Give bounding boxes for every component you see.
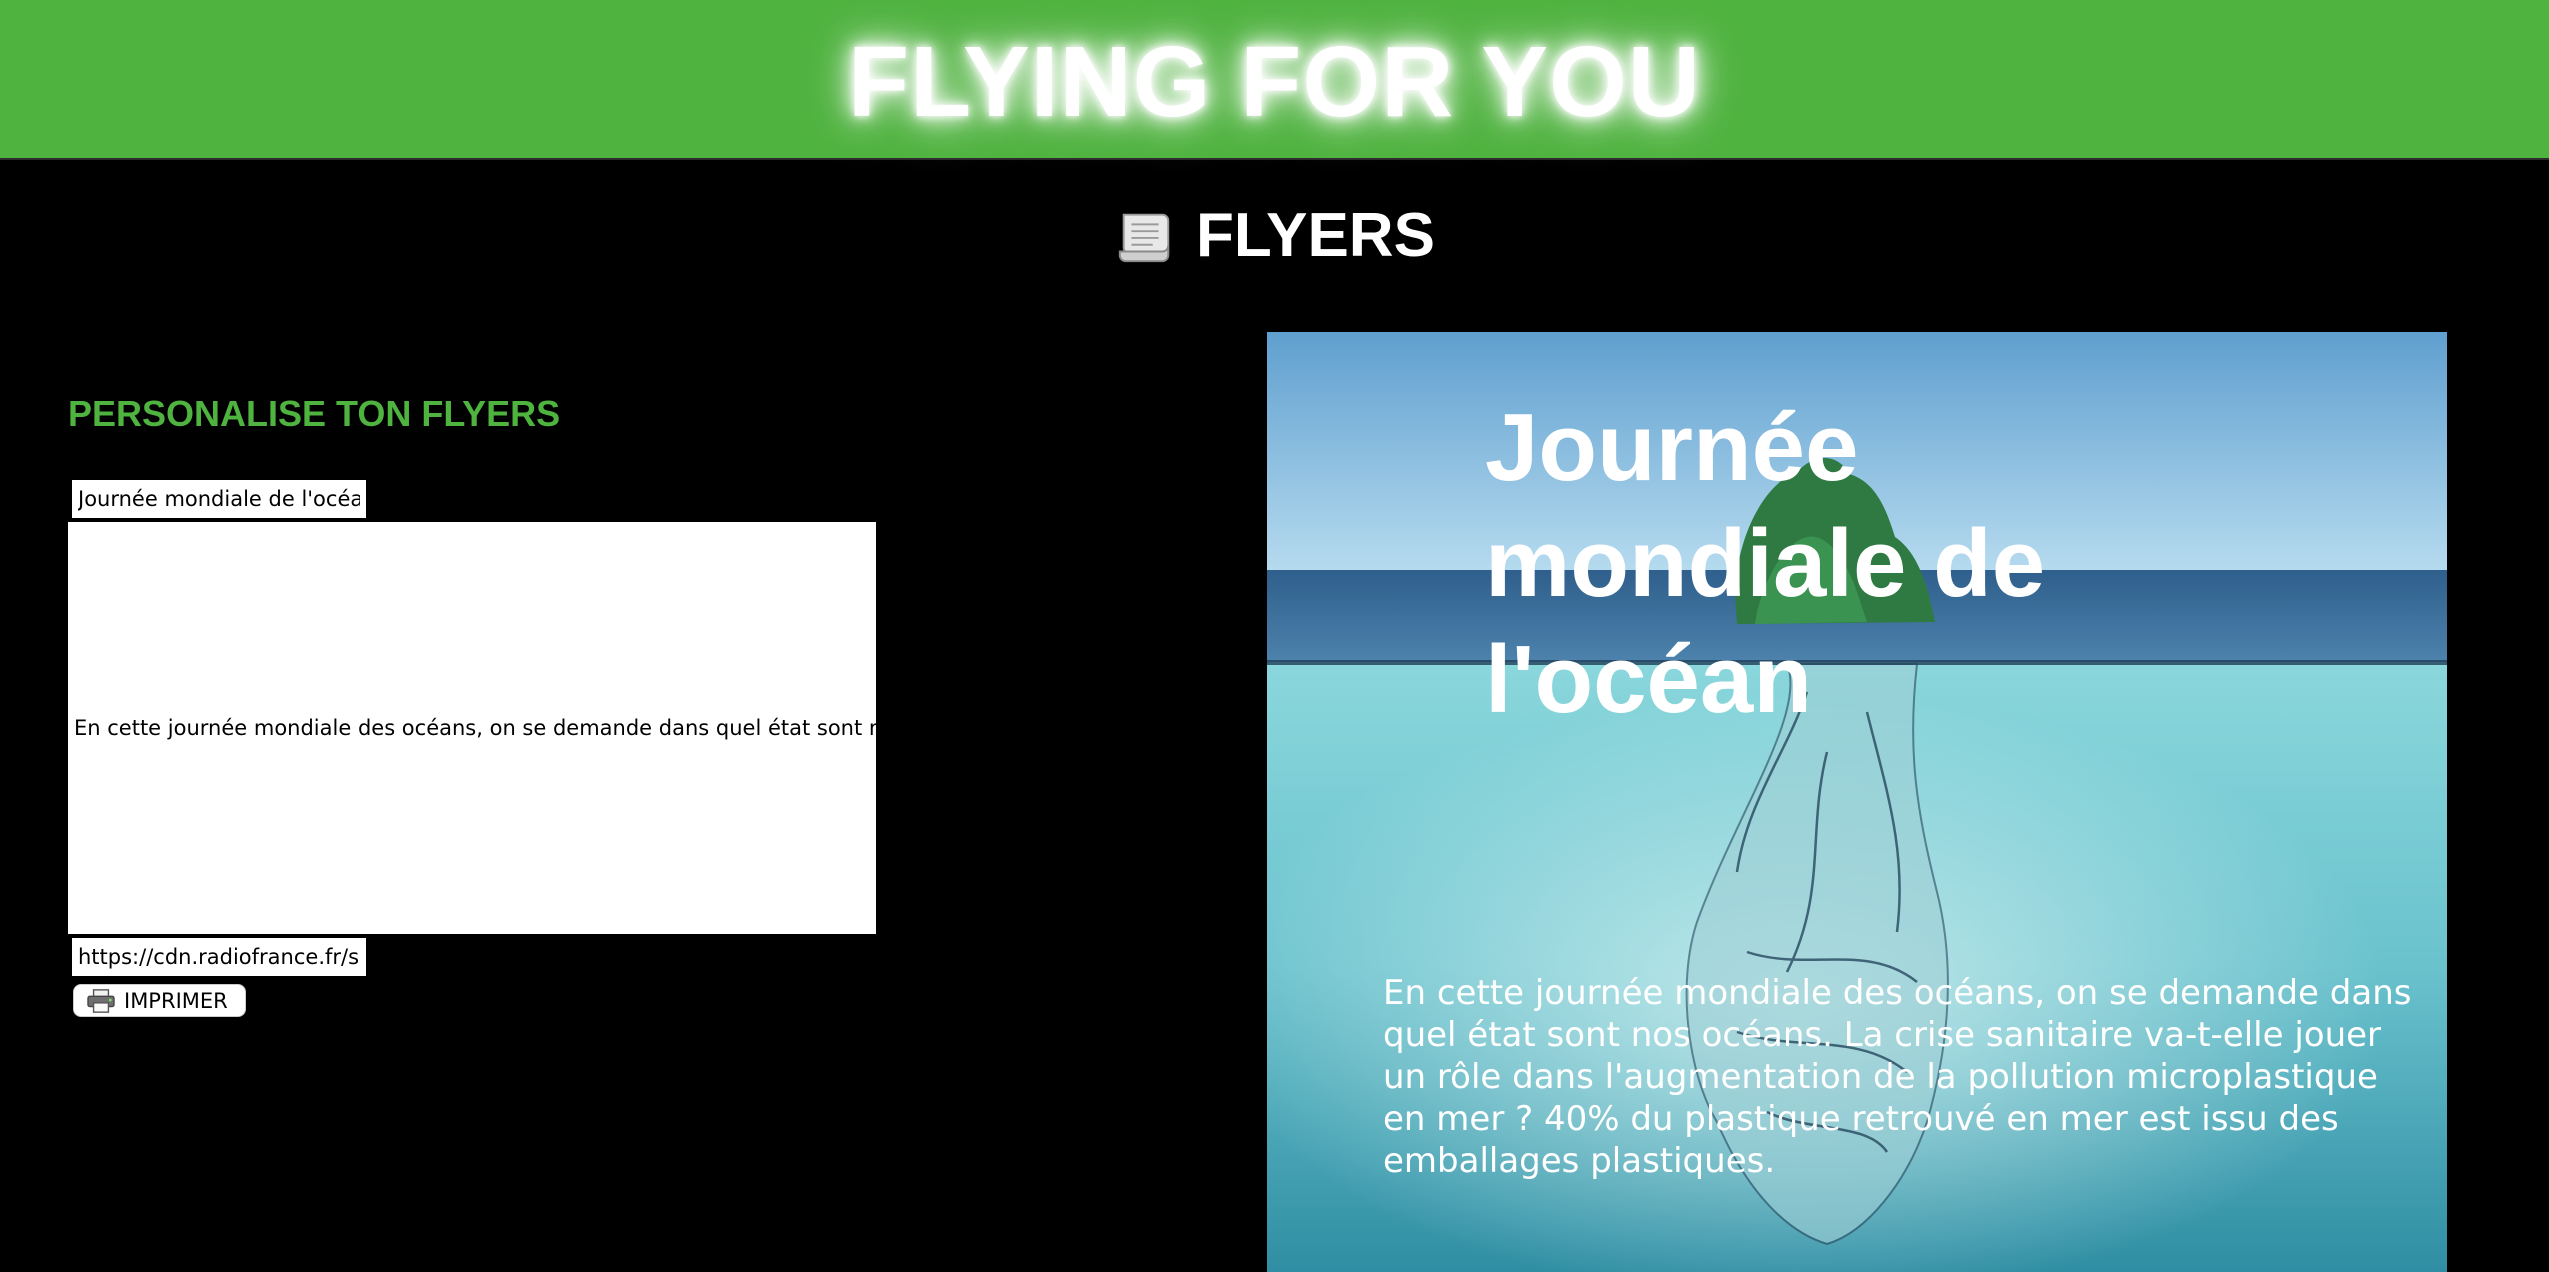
scroll-icon xyxy=(1118,213,1170,262)
form-heading: PERSONALISE TON FLYERS xyxy=(68,393,561,434)
flyer-title: Journée mondiale de l'océan xyxy=(1485,394,2046,733)
flyer-title-input[interactable] xyxy=(72,480,366,518)
flyer-body-textarea[interactable]: En cette journée mondiale des océans, on… xyxy=(68,522,876,934)
flyer-body-textarea-text: En cette journée mondiale des océans, on… xyxy=(74,716,876,740)
site-title: FLYING FOR YOU xyxy=(847,25,1701,138)
image-url-input[interactable] xyxy=(72,938,366,976)
flyer-preview: Journée mondiale de l'océan En cette jou… xyxy=(1267,332,2447,1272)
print-button-label: IMPRIMER xyxy=(124,988,228,1013)
flyer-body: En cette journée mondiale des océans, on… xyxy=(1383,973,2412,1181)
section-heading: FLYERS xyxy=(0,200,2549,271)
print-button[interactable]: IMPRIMER xyxy=(73,984,246,1017)
site-banner: FLYING FOR YOU xyxy=(0,0,2549,160)
section-title: FLYERS xyxy=(1196,201,1435,270)
printer-icon xyxy=(87,988,115,1013)
